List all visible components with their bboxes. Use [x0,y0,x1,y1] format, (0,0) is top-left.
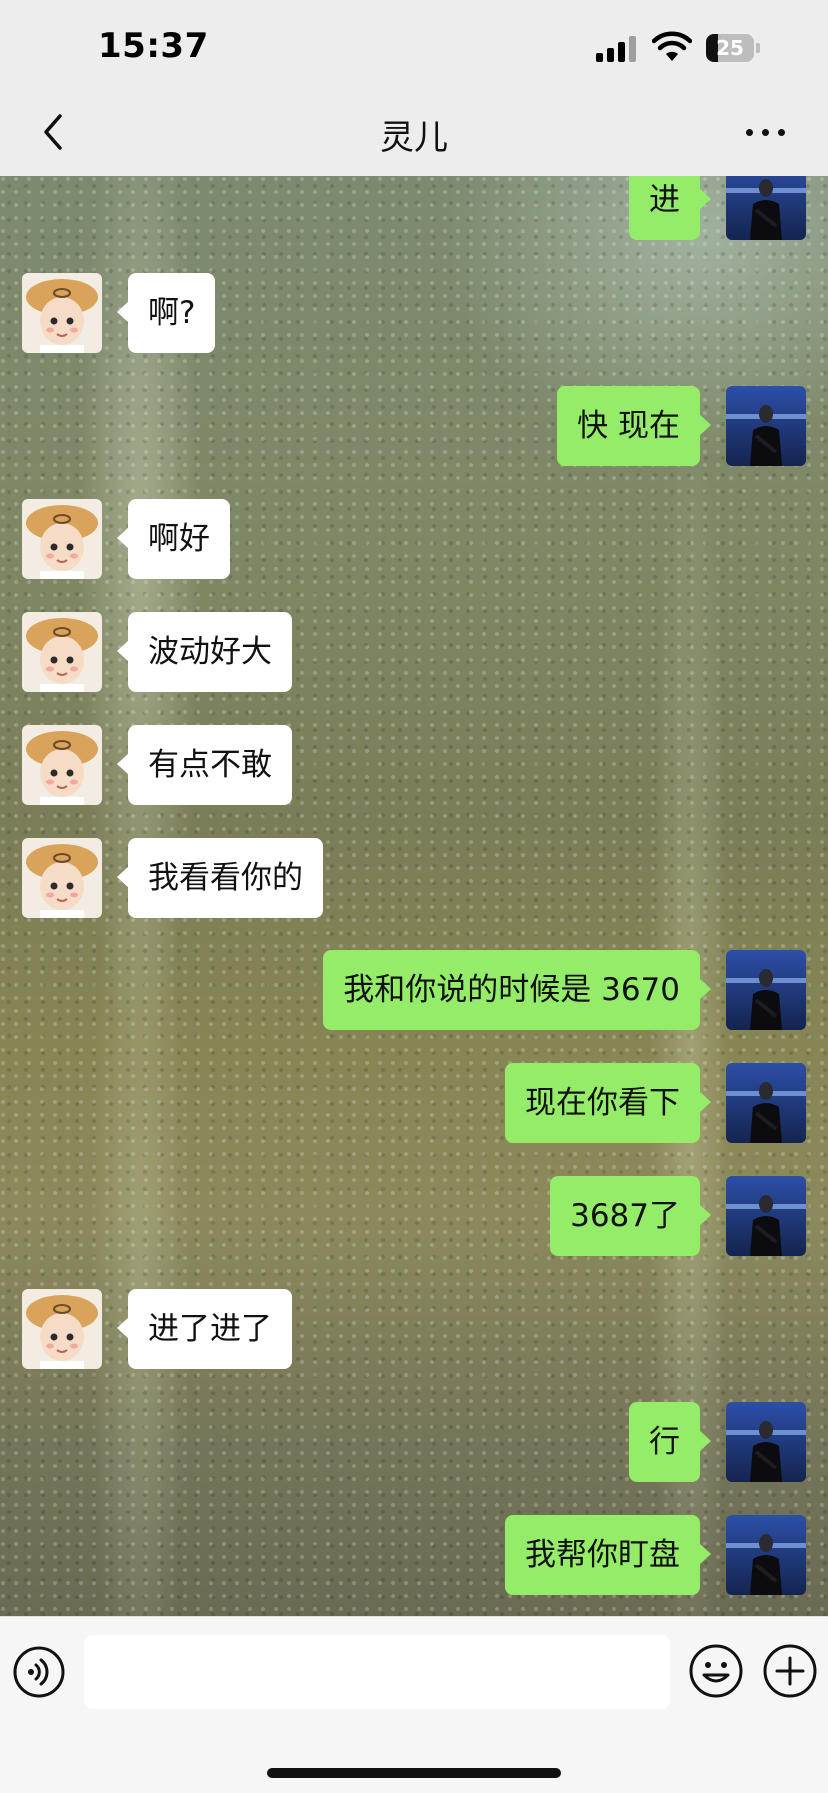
message-bubble-incoming[interactable]: 波动好大 [117,612,292,692]
avatar-contact[interactable] [22,499,102,579]
message-bubble-outgoing[interactable]: 进 [629,176,711,240]
avatar-contact[interactable] [22,838,102,918]
message-row: 现在你看下 [0,1063,828,1143]
input-bar [0,1616,828,1793]
chat-area[interactable]: 进 啊? 快 现在 啊好 波动好大 有点不敢 我看看你的 我和你说的时候是 36… [0,176,828,1616]
battery-level: 25 [716,36,744,60]
cellular-signal-icon [596,34,640,62]
avatar-contact[interactable] [22,612,102,692]
message-bubble-outgoing[interactable]: 现在你看下 [505,1063,711,1143]
message-bubble-outgoing[interactable]: 3687了 [550,1176,711,1256]
wifi-icon [652,31,692,61]
message-row: 行 [0,1402,828,1482]
message-row: 啊好 [0,499,828,579]
message-row: 我帮你盯盘 [0,1515,828,1595]
more-dots-icon[interactable] [736,110,796,154]
message-bubble-outgoing[interactable]: 快 现在 [557,386,711,466]
message-bubble-incoming[interactable]: 我看看你的 [117,838,323,918]
message-bubble-outgoing[interactable]: 我和你说的时候是 3670 [323,950,711,1030]
avatar-self[interactable] [726,176,806,240]
avatar-contact[interactable] [22,725,102,805]
add-icon[interactable] [762,1643,818,1699]
message-bubble-incoming[interactable]: 有点不敢 [117,725,292,805]
status-time: 15:37 [98,26,209,66]
home-indicator [267,1768,561,1778]
emoji-icon[interactable] [688,1643,744,1699]
message-input[interactable] [84,1635,670,1709]
message-row: 3687了 [0,1176,828,1256]
message-row: 我和你说的时候是 3670 [0,950,828,1030]
avatar-self[interactable] [726,1063,806,1143]
chat-title: 灵儿 [380,118,448,158]
nav-bar: 灵儿 [0,88,828,176]
message-bubble-outgoing[interactable]: 我帮你盯盘 [505,1515,711,1595]
avatar-self[interactable] [726,1515,806,1595]
status-bar: 15:37 25 [0,0,828,88]
avatar-self[interactable] [726,386,806,466]
message-bubble-incoming[interactable]: 进了进了 [117,1289,292,1369]
message-row: 啊? [0,273,828,353]
message-row: 我看看你的 [0,838,828,918]
voice-icon[interactable] [12,1645,66,1699]
avatar-contact[interactable] [22,273,102,353]
message-bubble-outgoing[interactable]: 行 [629,1402,711,1482]
message-row: 进了进了 [0,1289,828,1369]
avatar-self[interactable] [726,1402,806,1482]
message-row: 波动好大 [0,612,828,692]
message-row: 进 [0,176,828,240]
message-row: 快 现在 [0,386,828,466]
message-bubble-incoming[interactable]: 啊? [116,273,216,353]
avatar-self[interactable] [726,1176,806,1256]
avatar-contact[interactable] [22,1289,102,1369]
message-row: 有点不敢 [0,725,828,805]
message-bubble-incoming[interactable]: 啊好 [117,499,230,579]
battery-icon: 25 [706,34,760,62]
avatar-self[interactable] [726,950,806,1030]
